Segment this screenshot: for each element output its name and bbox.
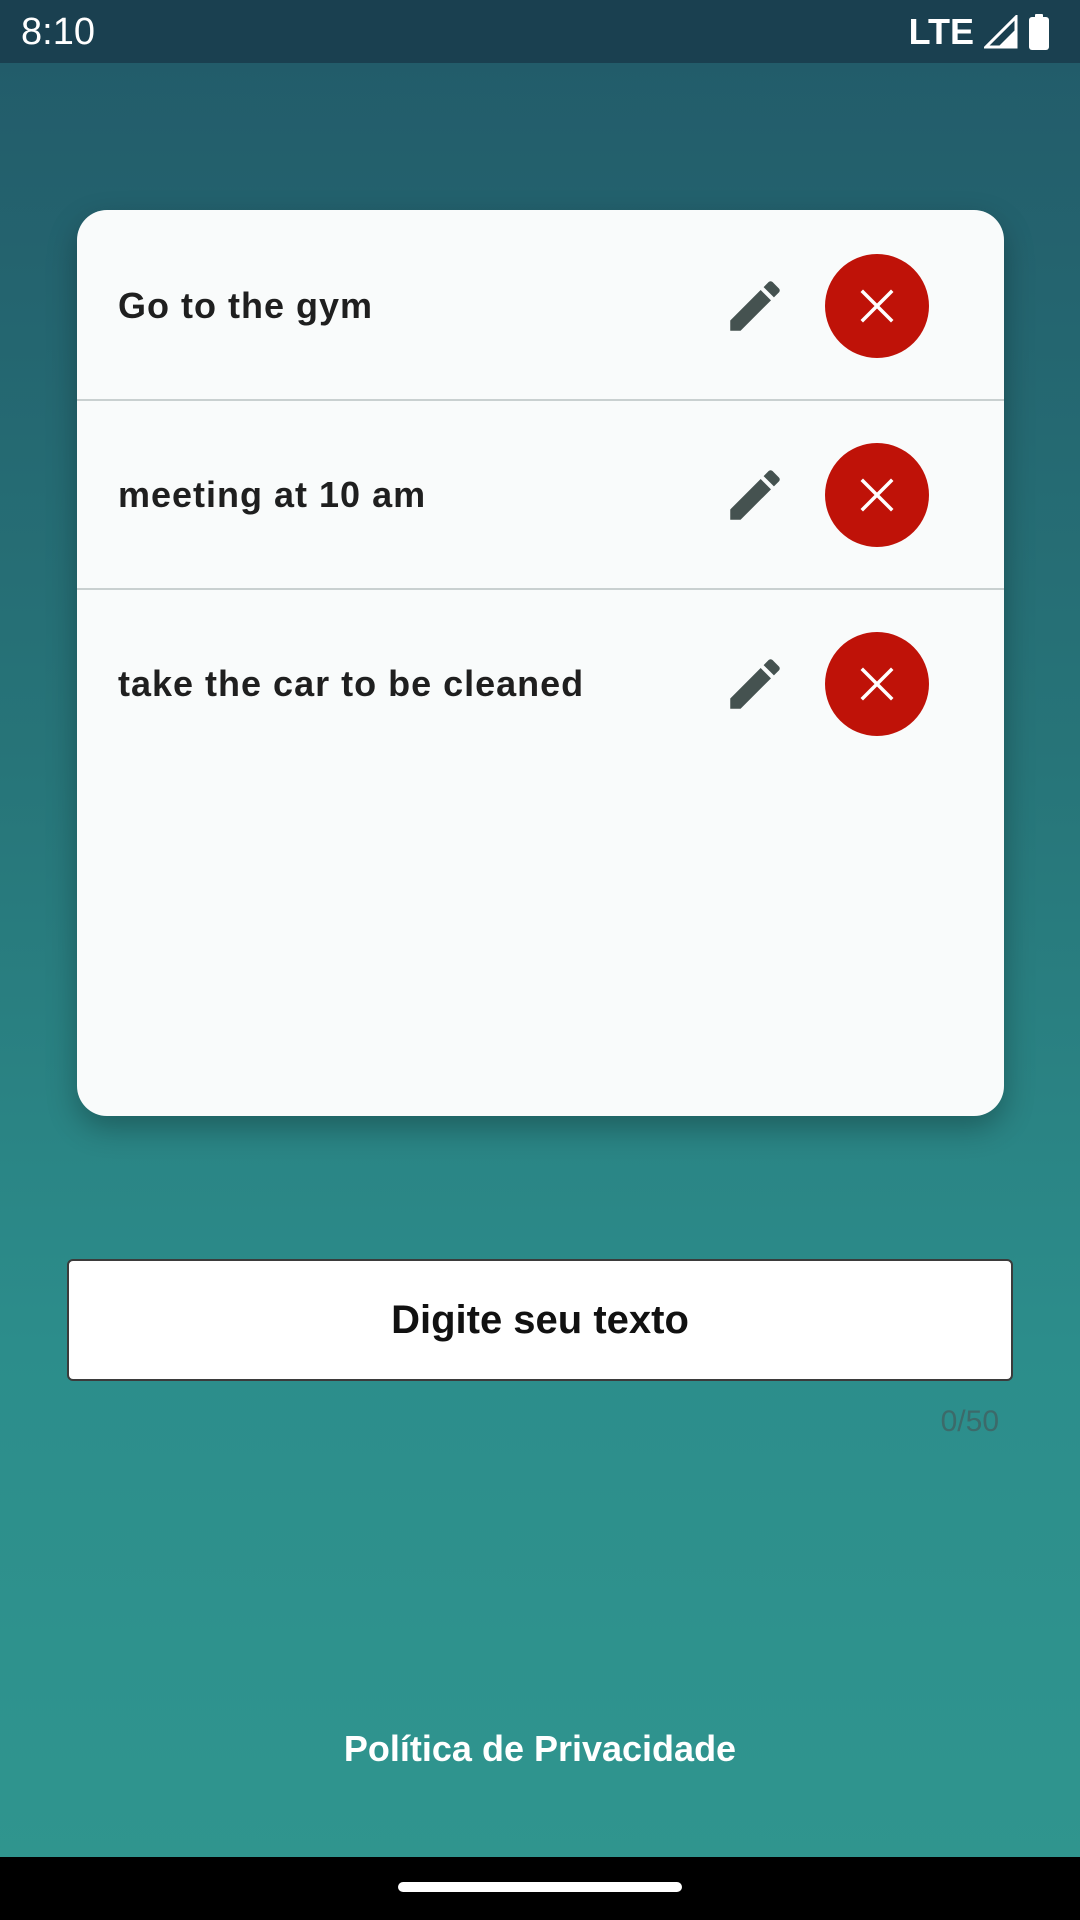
pencil-icon: [730, 280, 780, 331]
privacy-policy-link[interactable]: Política de Privacidade: [0, 1728, 1080, 1770]
status-indicators: LTE: [909, 8, 1050, 56]
edit-button[interactable]: [715, 266, 795, 346]
status-bar: 8:10 LTE: [0, 0, 1080, 63]
battery-icon: [1028, 14, 1050, 50]
todo-item: take the car to be cleaned: [77, 590, 1004, 777]
todo-text-input[interactable]: [67, 1259, 1013, 1381]
close-icon: [860, 289, 894, 322]
todo-text: Go to the gym: [118, 284, 373, 326]
close-icon: [860, 478, 894, 511]
edit-button[interactable]: [715, 455, 795, 535]
signal-icon: [984, 15, 1018, 49]
delete-button[interactable]: [825, 442, 929, 547]
char-counter: 0/50: [940, 1405, 999, 1438]
todo-text: meeting at 10 am: [118, 473, 427, 515]
delete-button[interactable]: [825, 631, 929, 736]
todo-text: take the car to be cleaned: [118, 662, 585, 704]
edit-button[interactable]: [715, 644, 795, 724]
pencil-icon: [730, 469, 780, 520]
status-time: 8:10: [21, 11, 95, 53]
todo-card: Go to the gym meeting at 10 am take the …: [77, 210, 1004, 1116]
todo-item: Go to the gym: [77, 212, 1004, 401]
close-icon: [860, 667, 894, 700]
pencil-icon: [730, 658, 780, 709]
todo-list: Go to the gym meeting at 10 am take the …: [77, 210, 1004, 777]
network-type: LTE: [908, 11, 974, 52]
delete-button[interactable]: [825, 253, 929, 358]
todo-item: meeting at 10 am: [77, 401, 1004, 590]
home-gesture-handle[interactable]: [398, 1882, 682, 1892]
